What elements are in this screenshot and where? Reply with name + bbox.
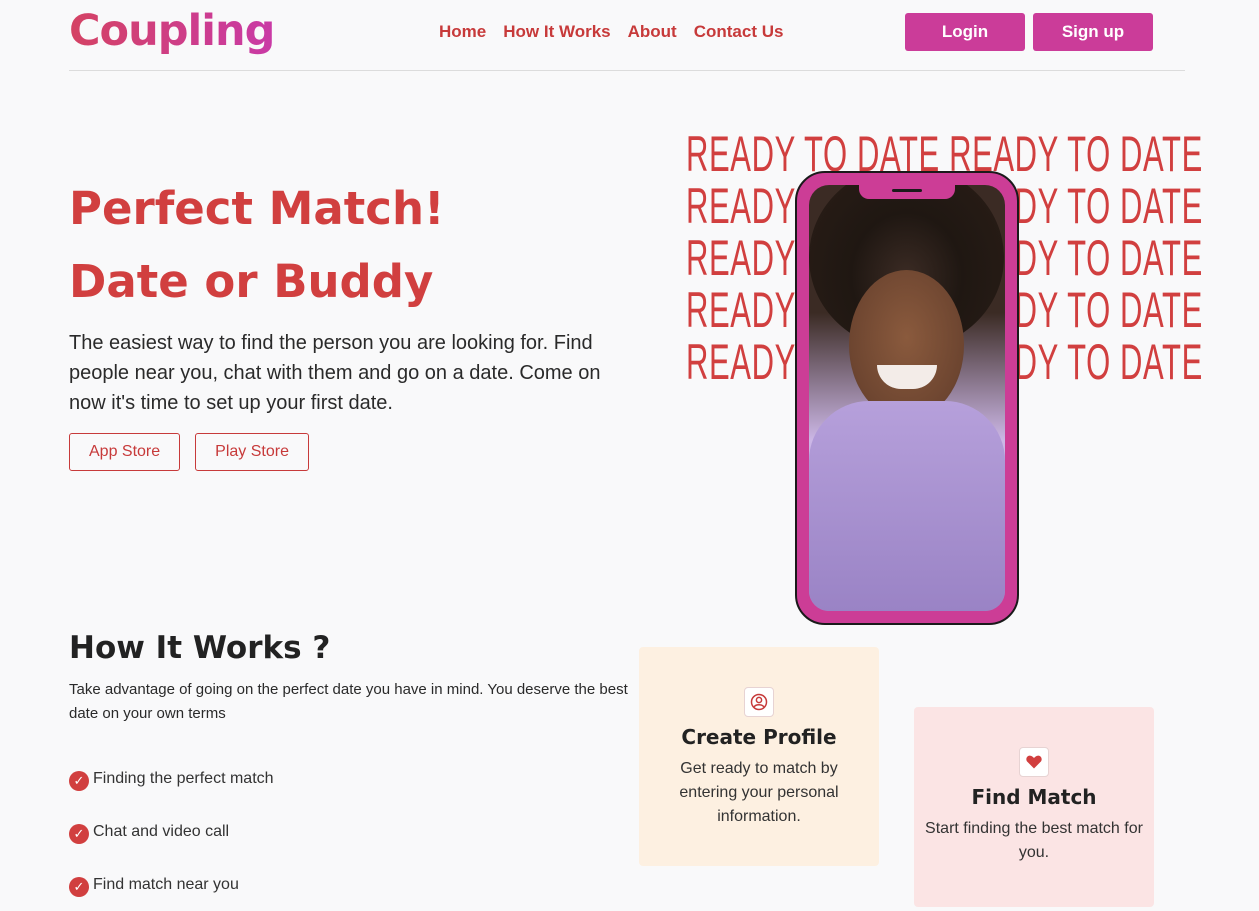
- phone-screen-photo: [809, 185, 1005, 611]
- feature-label: Find match near you: [93, 875, 239, 893]
- login-button[interactable]: Login: [905, 13, 1025, 51]
- feature-item: ✓ Chat and video call: [69, 805, 274, 858]
- check-icon: ✓: [69, 876, 89, 897]
- hero-title-line-2: Date or Buddy: [69, 255, 434, 308]
- play-store-button[interactable]: Play Store: [195, 433, 309, 471]
- card-title: Create Profile: [681, 725, 837, 749]
- hero-title-line-1: Perfect Match!: [69, 182, 445, 235]
- phone-speaker: [892, 189, 922, 192]
- nav-home[interactable]: Home: [439, 22, 486, 42]
- create-profile-card: Create Profile Get ready to match by ent…: [639, 647, 879, 866]
- feature-label: Finding the perfect match: [93, 769, 274, 787]
- card-text: Get ready to match by entering your pers…: [679, 760, 839, 825]
- site-header: Coupling Home How It Works About Contact…: [69, 0, 1185, 71]
- hoodie-shape: [809, 401, 1005, 611]
- app-store-button[interactable]: App Store: [69, 433, 181, 471]
- main-nav: Home How It Works About Contact Us: [439, 22, 783, 42]
- phone-mockup: [795, 171, 1019, 625]
- feature-list: ✓ Finding the perfect match ✓ Chat and v…: [69, 752, 274, 911]
- phone-notch: [859, 185, 955, 199]
- card-text: Start finding the best match for you.: [925, 820, 1143, 861]
- feature-item: ✓ Finding the perfect match: [69, 752, 274, 805]
- hero-description: The easiest way to find the person you a…: [69, 332, 601, 414]
- store-buttons: App Store Play Store: [69, 433, 309, 471]
- nav-how-it-works[interactable]: How It Works: [503, 22, 610, 42]
- feature-label: Chat and video call: [93, 822, 230, 840]
- hero-title: Perfect Match! Date or Buddy: [69, 172, 445, 318]
- nav-about[interactable]: About: [628, 22, 677, 42]
- card-title: Find Match: [971, 785, 1097, 809]
- check-icon: ✓: [69, 823, 89, 844]
- find-match-card: Find Match Start finding the best match …: [914, 707, 1154, 907]
- nav-contact-us[interactable]: Contact Us: [694, 22, 784, 42]
- auth-buttons: Login Sign up: [905, 13, 1153, 51]
- user-circle-icon: [744, 687, 774, 717]
- feature-item: ✓ Find match near you: [69, 858, 274, 911]
- logo[interactable]: Coupling: [69, 6, 275, 56]
- check-icon: ✓: [69, 770, 89, 791]
- how-it-works-description: Take advantage of going on the perfect d…: [69, 681, 628, 722]
- face-shape: [849, 270, 964, 420]
- heart-icon: [1019, 747, 1049, 777]
- signup-button[interactable]: Sign up: [1033, 13, 1153, 51]
- how-it-works-title: How It Works ?: [69, 630, 331, 666]
- smile-shape: [877, 365, 937, 389]
